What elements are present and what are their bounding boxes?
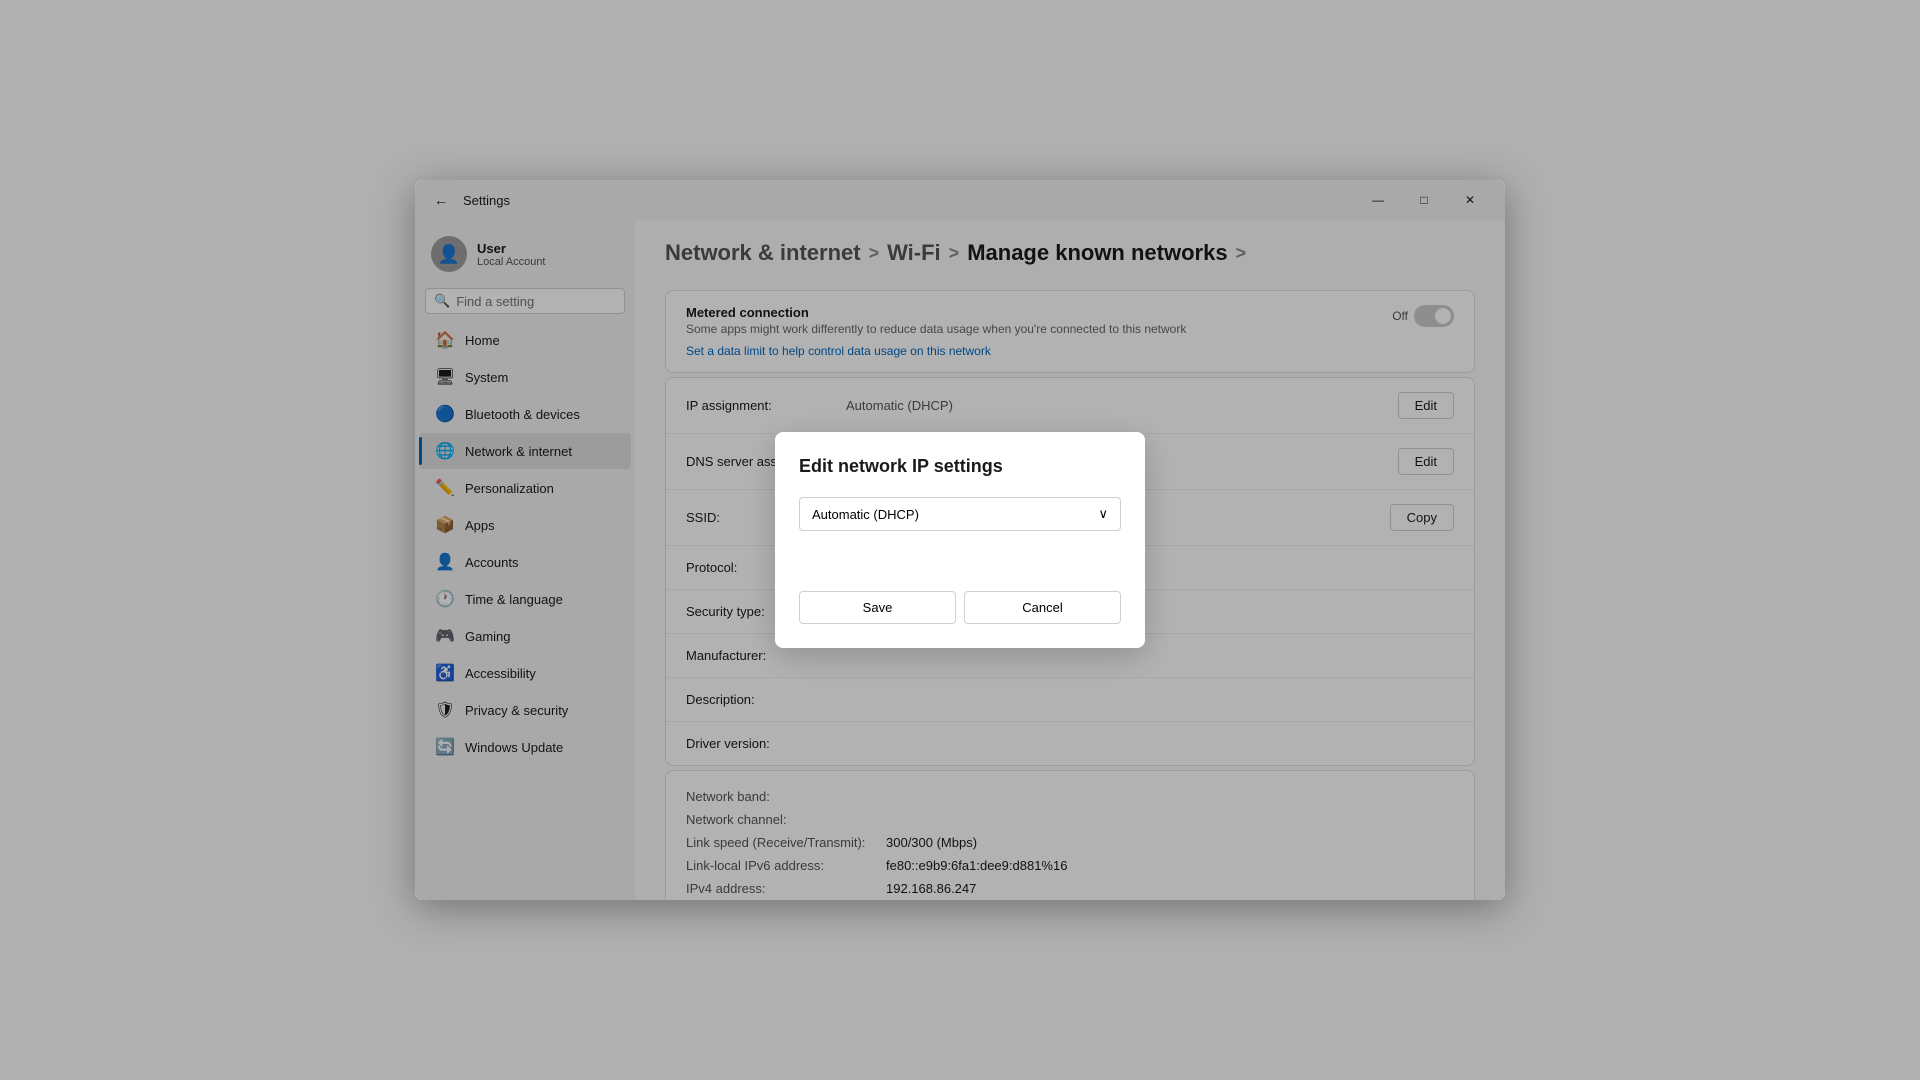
dialog-footer: Save Cancel [799,591,1121,624]
save-button[interactable]: Save [799,591,956,624]
dialog-title: Edit network IP settings [799,456,1121,477]
cancel-button[interactable]: Cancel [964,591,1121,624]
settings-window: ← Settings — □ ✕ 👤 User Local Account 🔍 [415,180,1505,900]
dialog-overlay: Edit network IP settings Automatic (DHCP… [415,180,1505,900]
chevron-down-icon: ∨ [1098,506,1108,522]
dropdown-wrapper: Automatic (DHCP) ∨ [799,497,1121,531]
ip-type-dropdown[interactable]: Automatic (DHCP) ∨ [799,497,1121,531]
edit-ip-dialog: Edit network IP settings Automatic (DHCP… [775,432,1145,648]
dropdown-value: Automatic (DHCP) [812,507,919,522]
